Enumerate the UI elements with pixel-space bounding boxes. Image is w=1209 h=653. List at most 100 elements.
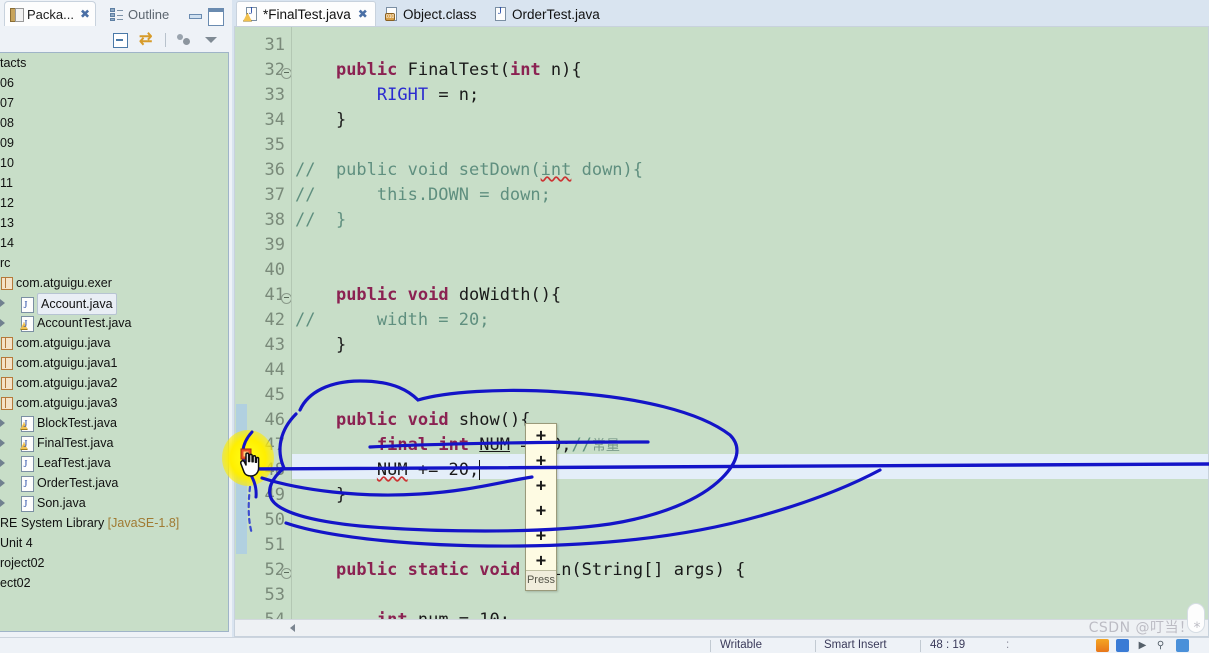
code-line[interactable]: // this.DOWN = down; xyxy=(295,183,551,208)
expand-arrow-icon[interactable] xyxy=(0,499,5,507)
close-icon[interactable]: ✖ xyxy=(358,7,368,21)
code-token: = n; xyxy=(428,85,480,105)
tab-ordertest-java[interactable]: J OrderTest.java xyxy=(486,2,607,26)
quick-fix-row[interactable]: + xyxy=(526,474,556,499)
code-line[interactable]: // width = 20; xyxy=(295,308,489,333)
code-line[interactable]: } xyxy=(295,108,346,133)
tree-item[interactable]: 11 xyxy=(0,173,228,193)
tree-item[interactable]: 09 xyxy=(0,133,228,153)
quick-fix-row[interactable]: + xyxy=(526,449,556,474)
expand-arrow-icon[interactable] xyxy=(0,459,5,467)
tree-item-label: com.atguigu.java xyxy=(16,336,111,350)
fold-toggle-icon[interactable] xyxy=(280,558,292,583)
code-line[interactable]: final int NUM = 10;//常量 xyxy=(295,433,620,458)
tree-item[interactable]: BlockTest.java xyxy=(0,413,228,435)
code-line[interactable]: NUM += 20; xyxy=(295,458,479,483)
close-icon[interactable]: ✖ xyxy=(80,7,90,21)
tree-item-label: 06 xyxy=(0,76,14,90)
tree-item[interactable]: com.atguigu.java2 xyxy=(0,373,228,393)
status-bar: Writable Smart Insert 48 : 19 : ▶ ⚲ xyxy=(0,637,1209,653)
code-line[interactable]: public void doWidth(){ xyxy=(295,283,561,308)
tree-item[interactable]: FinalTest.java xyxy=(0,433,228,455)
expand-arrow-icon[interactable] xyxy=(0,419,5,427)
quick-fix-row[interactable]: + xyxy=(526,524,556,549)
tray-keyboard-icon[interactable] xyxy=(1176,639,1189,652)
tab-outline[interactable]: Outline xyxy=(105,2,174,26)
quick-fix-rows[interactable]: + + + + + + xyxy=(526,424,556,574)
expand-arrow-icon[interactable] xyxy=(0,439,5,447)
tree-item[interactable]: Account.java xyxy=(0,293,228,316)
tree-item[interactable]: 14 xyxy=(0,233,228,253)
code-line[interactable]: int num = 10; xyxy=(295,608,510,619)
code-editor[interactable]: 31 32 33 34 35 36 37 38 39 40 41 42 43 44 45 46 47 48 49 50… xyxy=(234,26,1209,637)
code-line[interactable]: public static void main(String[] args) { xyxy=(295,558,745,583)
tab-object-class[interactable]: 010 Object.class xyxy=(377,2,484,26)
horizontal-scrollbar[interactable] xyxy=(235,619,1208,636)
expand-arrow-icon[interactable] xyxy=(0,299,5,307)
tree-item[interactable]: LeafTest.java xyxy=(0,453,228,475)
tab-package-explorer[interactable]: Packa... ✖ xyxy=(4,1,97,26)
code-line[interactable]: // public void setDown(int down){ xyxy=(295,158,643,183)
tree-item[interactable]: com.atguigu.java xyxy=(0,333,228,353)
tree-item[interactable]: com.atguigu.java3 xyxy=(0,393,228,413)
minimize-icon[interactable] xyxy=(188,8,202,21)
code-line[interactable]: public void show(){ xyxy=(295,408,531,433)
expand-arrow-icon[interactable] xyxy=(0,319,5,327)
tree-item-label: ect02 xyxy=(0,576,31,590)
tree-item[interactable]: 10 xyxy=(0,153,228,173)
tree-item-label: BlockTest.java xyxy=(37,416,117,430)
tree-item-label: 08 xyxy=(0,116,14,130)
fold-toggle-icon[interactable] xyxy=(280,283,292,308)
code-line[interactable]: } xyxy=(295,483,346,508)
tree-item[interactable]: 08 xyxy=(0,113,228,133)
gutter-divider xyxy=(291,27,292,619)
collapse-all-icon[interactable] xyxy=(111,31,129,49)
code-line[interactable]: public FinalTest(int n){ xyxy=(295,58,582,83)
view-menu-caret-icon[interactable] xyxy=(202,31,220,49)
tree-item[interactable]: 06 xyxy=(0,73,228,93)
tree-item[interactable]: RE System Library [JavaSE-1.8] xyxy=(0,513,228,533)
quick-fix-row[interactable]: + xyxy=(526,499,556,524)
tray-ime-icon[interactable] xyxy=(1116,639,1129,652)
code-line[interactable]: RIGHT = n; xyxy=(295,83,479,108)
code-viewport[interactable]: 31 32 33 34 35 36 37 38 39 40 41 42 43 44 45 46 47 48 49 50… xyxy=(235,27,1208,619)
tree-item[interactable]: com.atguigu.java1 xyxy=(0,353,228,373)
code-line[interactable]: } xyxy=(295,333,346,358)
link-with-editor-icon[interactable] xyxy=(138,29,156,49)
editor-tab-bar: J *FinalTest.java ✖ 010 Object.class J O… xyxy=(234,0,1209,26)
code-line[interactable]: // } xyxy=(295,208,346,233)
tree-item[interactable]: 13 xyxy=(0,213,228,233)
tree-item[interactable]: roject02 xyxy=(0,553,228,573)
tree-item[interactable]: com.atguigu.exer xyxy=(0,273,228,293)
tree-item[interactable]: AccountTest.java xyxy=(0,313,228,335)
tray-search-icon[interactable]: ⚲ xyxy=(1154,639,1167,652)
overview-ruler-marker xyxy=(236,479,247,504)
java-file-icon: J xyxy=(493,6,507,22)
tree-item[interactable]: OrderTest.java xyxy=(0,473,228,495)
code-token: += 20; xyxy=(407,460,480,480)
quick-fix-popup[interactable]: + + + + + + Press xyxy=(525,423,557,591)
tray-app-icon[interactable] xyxy=(1096,639,1109,652)
tree-item-label: Unit 4 xyxy=(0,536,33,550)
tree-item[interactable]: ect02 xyxy=(0,573,228,593)
code-token: FinalTest( xyxy=(397,60,510,80)
expand-arrow-icon[interactable] xyxy=(0,479,5,487)
fold-toggle-icon[interactable] xyxy=(280,58,292,83)
tree-item[interactable]: 12 xyxy=(0,193,228,213)
tree-item[interactable]: rc xyxy=(0,253,228,273)
tray-play-icon[interactable]: ▶ xyxy=(1136,639,1149,652)
scroll-left-icon[interactable] xyxy=(290,624,295,632)
tree-item-label: com.atguigu.java1 xyxy=(16,356,118,370)
tree-item[interactable]: Unit 4 xyxy=(0,533,228,553)
tree-item[interactable]: Son.java xyxy=(0,493,228,515)
project-tree[interactable]: tacts 06 07 08 09 10 11 12 13 14 rc com.atguigu.exe… xyxy=(0,52,229,632)
tab-finaltest-java[interactable]: J *FinalTest.java ✖ xyxy=(236,1,376,26)
view-menu-dots-icon[interactable] xyxy=(175,31,193,49)
quick-fix-row[interactable]: + xyxy=(526,424,556,449)
tree-item[interactable]: tacts xyxy=(0,53,228,73)
eclipse-window: Packa... ✖ Outline tacts 06 07 08 09 10 11 12 13… xyxy=(0,0,1209,653)
maximize-icon[interactable] xyxy=(208,8,224,26)
tree-item[interactable]: 07 xyxy=(0,93,228,113)
